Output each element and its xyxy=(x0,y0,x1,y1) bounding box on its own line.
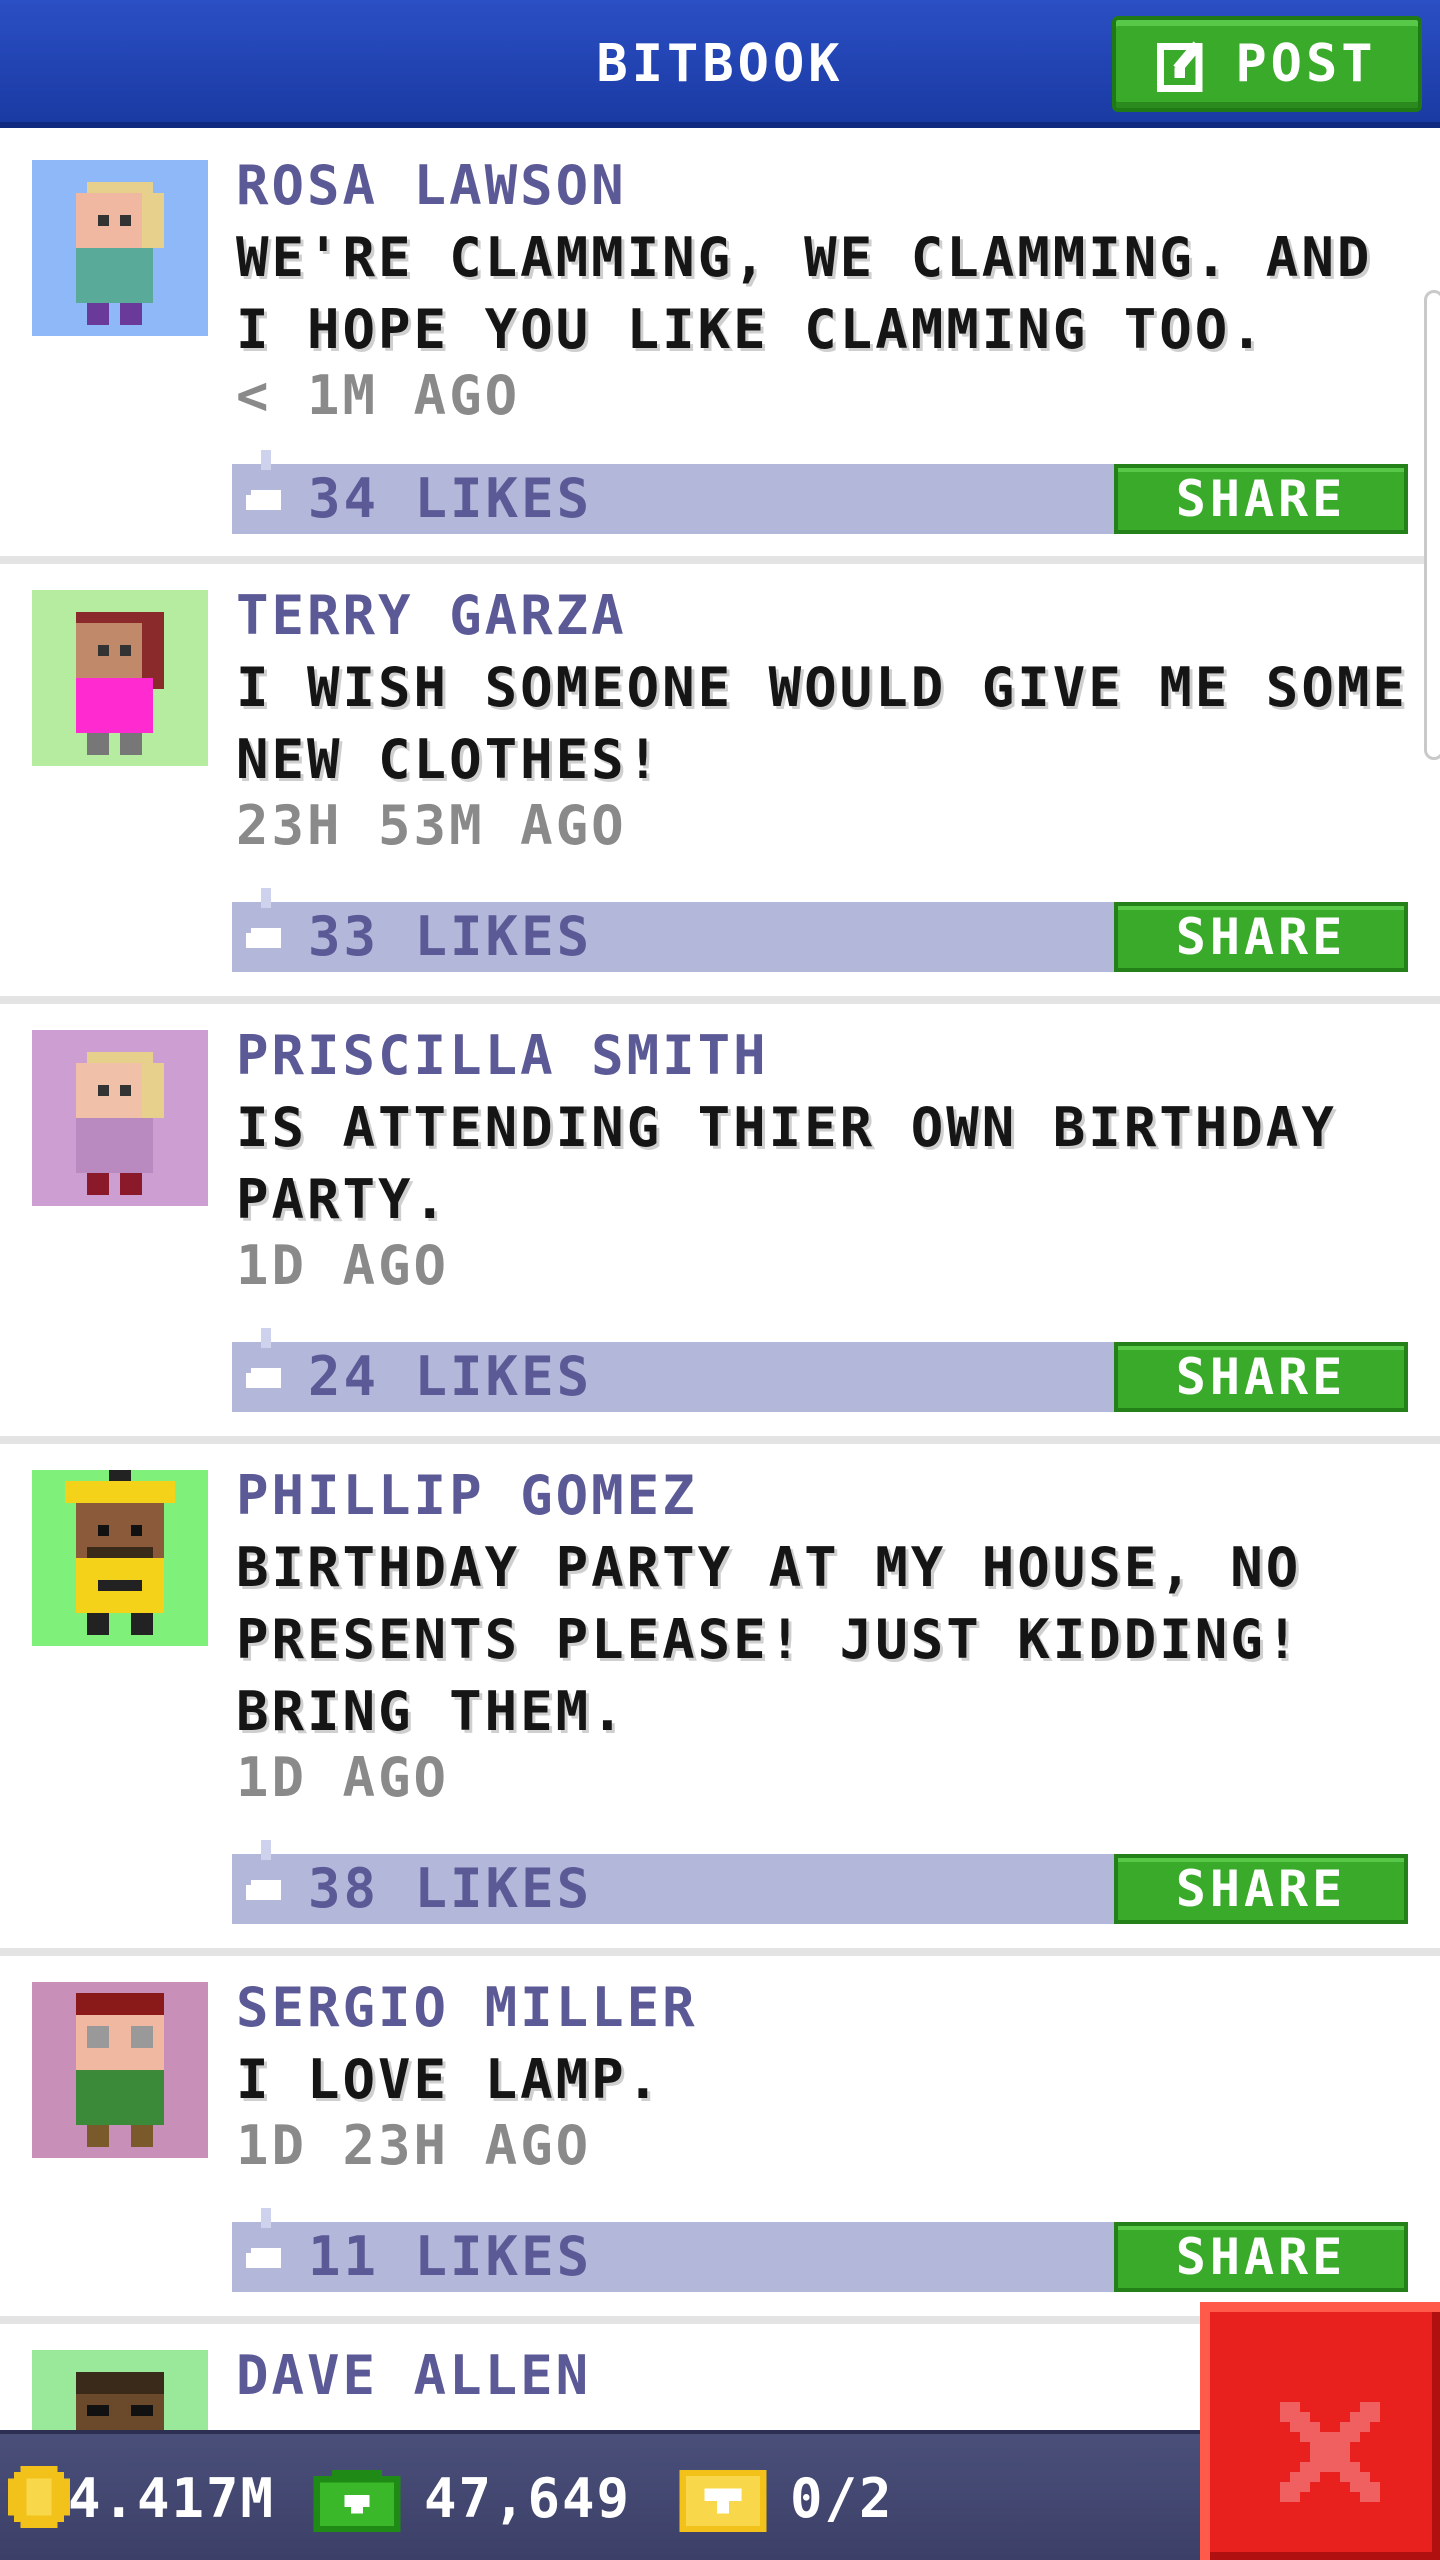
likes-count: 24 LIKES xyxy=(308,1345,593,1408)
ticket-icon xyxy=(679,2470,767,2532)
post-time: 1D AGO xyxy=(236,1746,450,1809)
thumbs-up-icon[interactable] xyxy=(246,1328,286,1398)
thumbs-up-icon[interactable] xyxy=(246,888,286,958)
post-button-label: POST xyxy=(1235,34,1377,94)
likes-bar: 38 LIKES SHARE xyxy=(232,1840,1408,1924)
likes-count: 34 LIKES xyxy=(308,467,593,530)
avatar[interactable] xyxy=(32,2350,208,2430)
coin-icon xyxy=(8,2466,70,2528)
author-name[interactable]: SERGIO MILLER xyxy=(236,1976,698,2039)
likes-count: 38 LIKES xyxy=(308,1857,593,1920)
likes-bar: 34 LIKES SHARE xyxy=(232,450,1408,534)
avatar[interactable] xyxy=(32,1982,208,2158)
post-text: WE'RE CLAMMING, WE CLAMMING. AND I HOPE … xyxy=(236,226,1373,361)
share-button[interactable]: SHARE xyxy=(1114,464,1408,534)
post-text: BIRTHDAY PARTY AT MY HOUSE, NO PRESENTS … xyxy=(236,1536,1302,1743)
close-icon xyxy=(1280,2402,1380,2502)
author-name[interactable]: PHILLIP GOMEZ xyxy=(236,1464,698,1527)
feed-post: PRISCILLA SMITH IS ATTENDING THIER OWN B… xyxy=(0,1004,1440,1444)
likes-bar: 24 LIKES SHARE xyxy=(232,1328,1408,1412)
avatar[interactable] xyxy=(32,590,208,766)
post-time: < 1M AGO xyxy=(236,364,521,427)
author-name[interactable]: DAVE ALLEN xyxy=(236,2344,591,2407)
post-text: IS ATTENDING THIER OWN BIRTHDAY PARTY. xyxy=(236,1096,1337,1231)
post-time: 1D AGO xyxy=(236,1234,450,1297)
likes-count: 11 LIKES xyxy=(308,2225,593,2288)
share-button[interactable]: SHARE xyxy=(1114,1854,1408,1924)
post-text: I WISH SOMEONE WOULD GIVE ME SOME NEW CL… xyxy=(236,656,1408,791)
share-button[interactable]: SHARE xyxy=(1114,902,1408,972)
share-button[interactable]: SHARE xyxy=(1114,2222,1408,2292)
edit-icon xyxy=(1157,41,1203,92)
avatar[interactable] xyxy=(32,1030,208,1206)
feed-post: ROSA LAWSON WE'RE CLAMMING, WE CLAMMING.… xyxy=(0,134,1440,564)
feed[interactable]: ROSA LAWSON WE'RE CLAMMING, WE CLAMMING.… xyxy=(0,134,1440,2430)
author-name[interactable]: TERRY GARZA xyxy=(236,584,627,647)
post-time: 1D 23H AGO xyxy=(236,2114,592,2177)
avatar[interactable] xyxy=(32,160,208,336)
feed-post: TERRY GARZA I WISH SOMEONE WOULD GIVE ME… xyxy=(0,564,1440,1004)
scrollbar[interactable] xyxy=(1424,290,1440,760)
bux-value: 47,649 xyxy=(424,2467,632,2530)
author-name[interactable]: ROSA LAWSON xyxy=(236,154,627,217)
post-time: 23H 53M AGO xyxy=(236,794,627,857)
top-bar: BITBOOK POST xyxy=(0,0,1440,128)
likes-bar: 11 LIKES SHARE xyxy=(232,2208,1408,2292)
thumbs-up-icon[interactable] xyxy=(246,450,286,520)
coins-value: 4.417M xyxy=(68,2467,276,2530)
author-name[interactable]: PRISCILLA SMITH xyxy=(236,1024,769,1087)
post-button[interactable]: POST xyxy=(1112,16,1422,112)
likes-count: 33 LIKES xyxy=(308,905,593,968)
likes-bar: 33 LIKES SHARE xyxy=(232,888,1408,972)
share-button[interactable]: SHARE xyxy=(1114,1342,1408,1412)
thumbs-up-icon[interactable] xyxy=(246,2208,286,2278)
tickets-value: 0/2 xyxy=(790,2467,894,2530)
feed-post: PHILLIP GOMEZ BIRTHDAY PARTY AT MY HOUSE… xyxy=(0,1444,1440,1956)
feed-post: SERGIO MILLER I LOVE LAMP. 1D 23H AGO 11… xyxy=(0,1956,1440,2324)
post-text: I LOVE LAMP. xyxy=(236,2048,663,2111)
bux-icon xyxy=(313,2470,401,2532)
thumbs-up-icon[interactable] xyxy=(246,1840,286,1910)
avatar[interactable] xyxy=(32,1470,208,1646)
close-button[interactable] xyxy=(1200,2302,1440,2560)
